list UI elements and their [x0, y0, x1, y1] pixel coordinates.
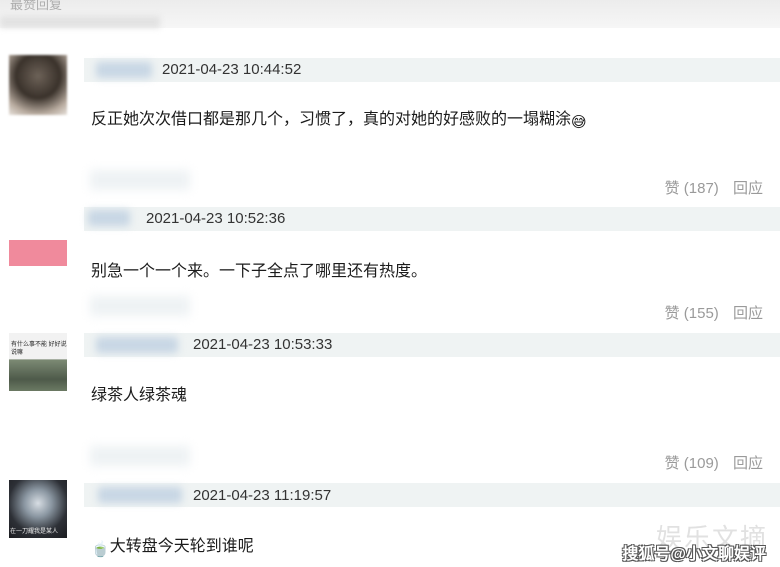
like-count-1: (187) — [683, 180, 719, 197]
avatar-2[interactable] — [9, 240, 67, 266]
reply-button-1[interactable]: 回应 — [733, 180, 763, 197]
comment-1-text: 反正她次次借口都是那几个，习惯了，真的对她的好感败的一塌糊涂😅 — [91, 105, 587, 131]
comment-1-username[interactable] — [96, 62, 152, 78]
like-count-2: (155) — [683, 305, 719, 322]
like-label-3: 赞 — [664, 455, 680, 472]
avatar-3-caption: 有什么事不能 好好说说嘛 — [11, 342, 67, 356]
top-bar: 最赞回复 — [0, 0, 780, 28]
comment-4-text: 🍵大转盘今天轮到谁呢 — [91, 532, 254, 558]
comment-4-username[interactable] — [98, 487, 182, 503]
header-title: 最赞回复 — [10, 0, 63, 12]
reply-button-2[interactable]: 回应 — [733, 305, 763, 322]
reply-2-blur — [90, 296, 190, 316]
like-button-1[interactable]: 赞 (187) — [665, 180, 719, 197]
like-button-2[interactable]: 赞 (155) — [665, 305, 719, 322]
avatar-1[interactable] — [9, 55, 67, 115]
comment-4-text-body: 大转盘今天轮到谁呢 — [109, 538, 254, 555]
source-credit: 搜狐号@小文聊娱评 — [622, 546, 766, 563]
reply-3-blur — [90, 446, 190, 466]
like-button-3[interactable]: 赞 (109) — [665, 455, 719, 472]
reply-1-blur — [90, 170, 190, 190]
comment-3-actions: 赞 (109) 回应 — [665, 452, 763, 473]
comment-3-meta-band — [84, 333, 780, 357]
comment-3-username[interactable] — [96, 337, 178, 353]
avatar-4-caption: 在一刀耀我是某人 — [10, 529, 59, 535]
comment-2-actions: 赞 (155) 回应 — [665, 302, 763, 323]
comment-3-text: 绿茶人绿茶魂 — [91, 387, 188, 404]
comment-4-meta-band — [84, 483, 780, 507]
sweat-smile-emoji-icon: 😅 — [571, 113, 587, 131]
like-count-3: (109) — [683, 455, 719, 472]
comment-2-username[interactable] — [88, 210, 130, 226]
comment-4-timestamp: 2021-04-23 11:19:57 — [193, 487, 332, 504]
avatar-4[interactable]: 在一刀耀我是某人 — [9, 480, 67, 538]
comment-3-timestamp: 2021-04-23 10:53:33 — [193, 336, 333, 353]
comment-2-timestamp: 2021-04-23 10:52:36 — [146, 210, 286, 227]
comment-1-actions: 赞 (187) 回应 — [665, 177, 763, 198]
reply-button-3[interactable]: 回应 — [733, 455, 763, 472]
like-label-2: 赞 — [664, 305, 680, 322]
like-label-1: 赞 — [664, 180, 680, 197]
header-blur — [0, 16, 160, 28]
avatar-3[interactable]: 有什么事不能 好好说说嘛 — [9, 333, 67, 391]
tea-emoji-icon: 🍵 — [91, 540, 110, 558]
comment-1-text-body: 反正她次次借口都是那几个，习惯了，真的对她的好感败的一塌糊涂 — [91, 111, 572, 128]
comment-2-text: 别急一个一个来。一下子全点了哪里还有热度。 — [91, 263, 428, 280]
comment-1-timestamp: 2021-04-23 10:44:52 — [162, 61, 302, 78]
